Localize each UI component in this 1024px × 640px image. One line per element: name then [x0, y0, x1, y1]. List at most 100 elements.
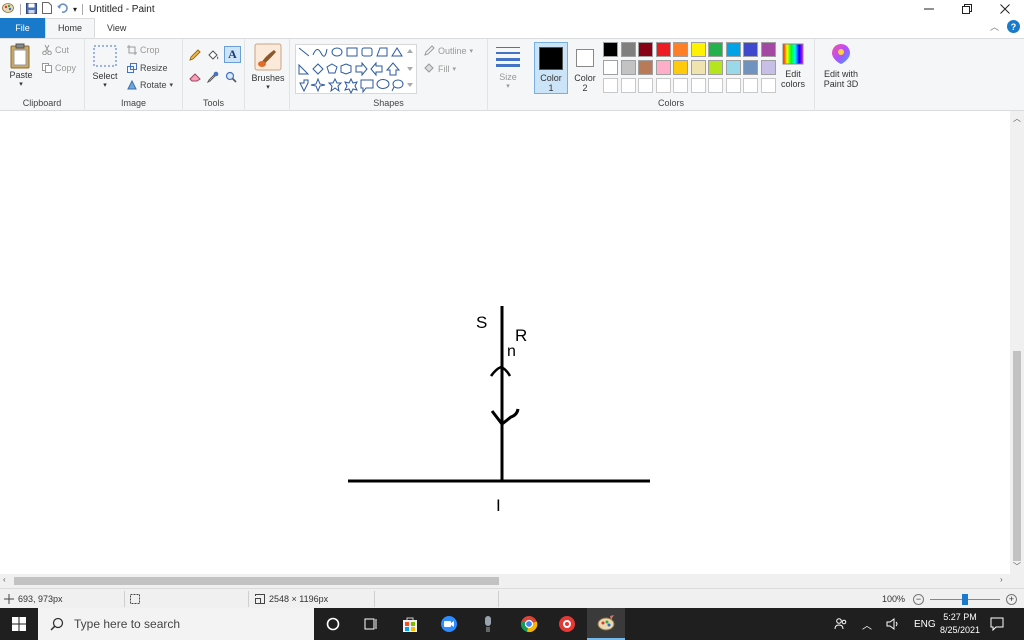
undo-icon[interactable]	[57, 2, 68, 16]
pencil-icon[interactable]	[189, 49, 201, 63]
start-button[interactable]	[0, 608, 38, 640]
separator	[20, 3, 21, 15]
brushes-button[interactable]: Brushes ▾	[250, 43, 286, 93]
size-button[interactable]: Size ▾	[493, 45, 523, 92]
scroll-down-icon[interactable]: ﹀	[1013, 561, 1021, 572]
copy-button[interactable]: Copy	[42, 63, 76, 73]
custom-color-slot[interactable]	[638, 78, 653, 93]
chrome-button[interactable]	[510, 608, 548, 640]
custom-color-slot[interactable]	[743, 78, 758, 93]
zoom-app-button[interactable]	[430, 608, 468, 640]
task-view-button[interactable]	[352, 608, 390, 640]
color-swatch[interactable]	[638, 42, 653, 57]
custom-color-slot[interactable]	[673, 78, 688, 93]
scroll-right-icon[interactable]: ›	[1000, 575, 1003, 584]
tab-home[interactable]: Home	[45, 18, 96, 38]
select-button[interactable]: Select ▾	[91, 45, 119, 91]
edit-with-paint3d-button[interactable]: Edit with Paint 3D	[817, 42, 865, 89]
clock[interactable]: 5:27 PM 8/25/2021	[940, 611, 980, 637]
edit-colors-button[interactable]: Edit colors	[774, 42, 812, 89]
color-swatch[interactable]	[655, 60, 671, 75]
color-picker-icon[interactable]	[206, 71, 219, 85]
paste-button[interactable]: Paste ▾	[6, 43, 36, 90]
text-tool-icon[interactable]: A	[224, 46, 241, 63]
collapse-ribbon-icon[interactable]: ︿	[990, 20, 999, 33]
fill-button[interactable]: Fill ▾	[424, 63, 456, 74]
app-button[interactable]	[548, 608, 586, 640]
color-swatch[interactable]	[708, 42, 723, 57]
zoom-slider-thumb[interactable]	[962, 593, 969, 605]
color-swatch[interactable]	[725, 60, 741, 75]
vertical-scroll-thumb[interactable]	[1013, 351, 1021, 561]
horizontal-scroll-thumb[interactable]	[14, 577, 499, 585]
people-icon[interactable]	[834, 617, 848, 631]
store-button[interactable]	[391, 608, 429, 640]
save-icon[interactable]	[26, 2, 37, 16]
chevron-down-icon: ▾	[266, 84, 270, 91]
drawing-canvas[interactable]: S R n I	[4, 111, 1010, 571]
color-swatch[interactable]	[620, 42, 636, 57]
window-title: Untitled - Paint	[89, 3, 155, 15]
restore-button[interactable]	[948, 0, 986, 18]
paint-taskbar-button[interactable]	[587, 608, 625, 640]
custom-color-slot[interactable]	[603, 78, 618, 93]
color-swatch[interactable]	[708, 60, 723, 75]
custom-color-slot[interactable]	[690, 78, 706, 93]
color2-button[interactable]: Color 2	[570, 42, 600, 94]
color1-swatch	[539, 47, 563, 70]
color-swatch[interactable]	[725, 42, 741, 57]
shapes-gallery[interactable]	[295, 44, 417, 95]
label-R: R	[515, 326, 527, 345]
color-swatch[interactable]	[743, 42, 758, 57]
taskbar-search[interactable]: Type here to search	[38, 608, 314, 640]
scroll-left-icon[interactable]: ‹	[3, 575, 6, 584]
shapes-icon	[298, 47, 413, 95]
custom-color-slot[interactable]	[620, 78, 636, 93]
color-swatch[interactable]	[638, 60, 653, 75]
magnifier-icon[interactable]	[225, 71, 237, 85]
language-indicator[interactable]: ENG	[914, 619, 936, 630]
resize-button[interactable]: Resize	[127, 63, 168, 73]
color-swatch[interactable]	[603, 60, 618, 75]
minimize-button[interactable]	[910, 0, 948, 18]
rotate-button[interactable]: Rotate ▾	[127, 80, 173, 90]
cortana-button[interactable]	[314, 608, 352, 640]
help-icon[interactable]: ?	[1007, 20, 1020, 33]
color1-button[interactable]: Color 1	[534, 42, 568, 94]
color-swatch[interactable]	[673, 42, 688, 57]
zoom-in-icon[interactable]: +	[1006, 593, 1018, 605]
close-button[interactable]	[986, 0, 1024, 18]
color-swatch[interactable]	[673, 60, 688, 75]
outline-icon	[424, 45, 435, 56]
crop-button[interactable]: Crop	[127, 45, 160, 55]
recorder-button[interactable]	[469, 608, 507, 640]
system-tray: ︿ ENG	[834, 608, 936, 640]
color-swatch[interactable]	[603, 42, 618, 57]
color-swatch[interactable]	[690, 60, 706, 75]
customize-toolbar-icon[interactable]: ▾	[73, 5, 77, 14]
notifications-button[interactable]	[984, 608, 1010, 640]
custom-color-slot[interactable]	[725, 78, 741, 93]
color-swatch[interactable]	[743, 60, 758, 75]
paint-app-icon[interactable]	[2, 2, 15, 16]
eraser-icon[interactable]	[189, 71, 202, 84]
color-swatch[interactable]	[620, 60, 636, 75]
tab-file[interactable]: File	[0, 18, 45, 38]
chevron-up-icon[interactable]: ︿	[862, 617, 872, 632]
vertical-scrollbar[interactable]: ︿ ﹀	[1010, 111, 1024, 574]
zoom-slider[interactable]	[930, 593, 1001, 605]
cut-button[interactable]: Cut	[42, 45, 69, 55]
custom-color-slot[interactable]	[655, 78, 671, 93]
notification-icon	[990, 617, 1004, 631]
new-file-icon[interactable]	[42, 2, 52, 16]
custom-color-slot[interactable]	[708, 78, 723, 93]
tab-view[interactable]: View	[95, 18, 138, 38]
horizontal-scrollbar[interactable]: ‹ ›	[0, 574, 1024, 588]
outline-button[interactable]: Outline ▾	[424, 45, 473, 56]
color-swatch[interactable]	[655, 42, 671, 57]
zoom-out-icon[interactable]: −	[913, 593, 925, 605]
fill-bucket-icon[interactable]	[207, 49, 220, 63]
volume-icon[interactable]	[886, 617, 900, 631]
scroll-up-icon[interactable]: ︿	[1013, 113, 1021, 124]
color-swatch[interactable]	[690, 42, 706, 57]
